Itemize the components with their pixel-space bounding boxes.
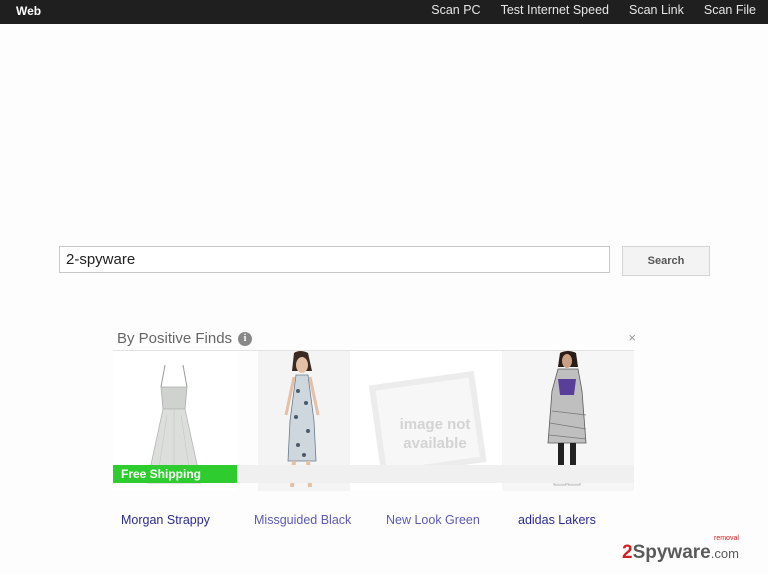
product-title[interactable]: Missguided Black	[254, 513, 351, 527]
close-icon[interactable]: ×	[628, 330, 636, 345]
nav-scan-pc[interactable]: Scan PC	[431, 3, 480, 17]
product-strip	[237, 465, 634, 483]
product-title[interactable]: Morgan Strappy	[121, 513, 210, 527]
product-title[interactable]: adidas Lakers	[518, 513, 596, 527]
ad-header-label: By Positive Finds	[117, 330, 233, 347]
top-nav: Scan PC Test Internet Speed Scan Link Sc…	[431, 3, 756, 17]
nav-scan-link[interactable]: Scan Link	[629, 3, 684, 17]
free-shipping-badge: Free Shipping	[113, 465, 237, 483]
product-title[interactable]: New Look Green	[386, 513, 480, 527]
brand-logo[interactable]: Web	[16, 4, 41, 18]
nav-test-internet-speed[interactable]: Test Internet Speed	[501, 3, 609, 17]
top-bar: Web Scan PC Test Internet Speed Scan Lin…	[0, 0, 768, 24]
site-watermark: 2Spyware.com removal	[622, 535, 739, 563]
ad-header: By Positive Finds i	[117, 330, 253, 347]
nav-scan-file[interactable]: Scan File	[704, 3, 756, 17]
search-button[interactable]: Search	[622, 246, 710, 276]
info-icon[interactable]: i	[238, 331, 253, 346]
ad-widget: By Positive Finds i × Morgan Strappy Mis…	[113, 326, 636, 527]
search-input[interactable]	[59, 246, 610, 273]
